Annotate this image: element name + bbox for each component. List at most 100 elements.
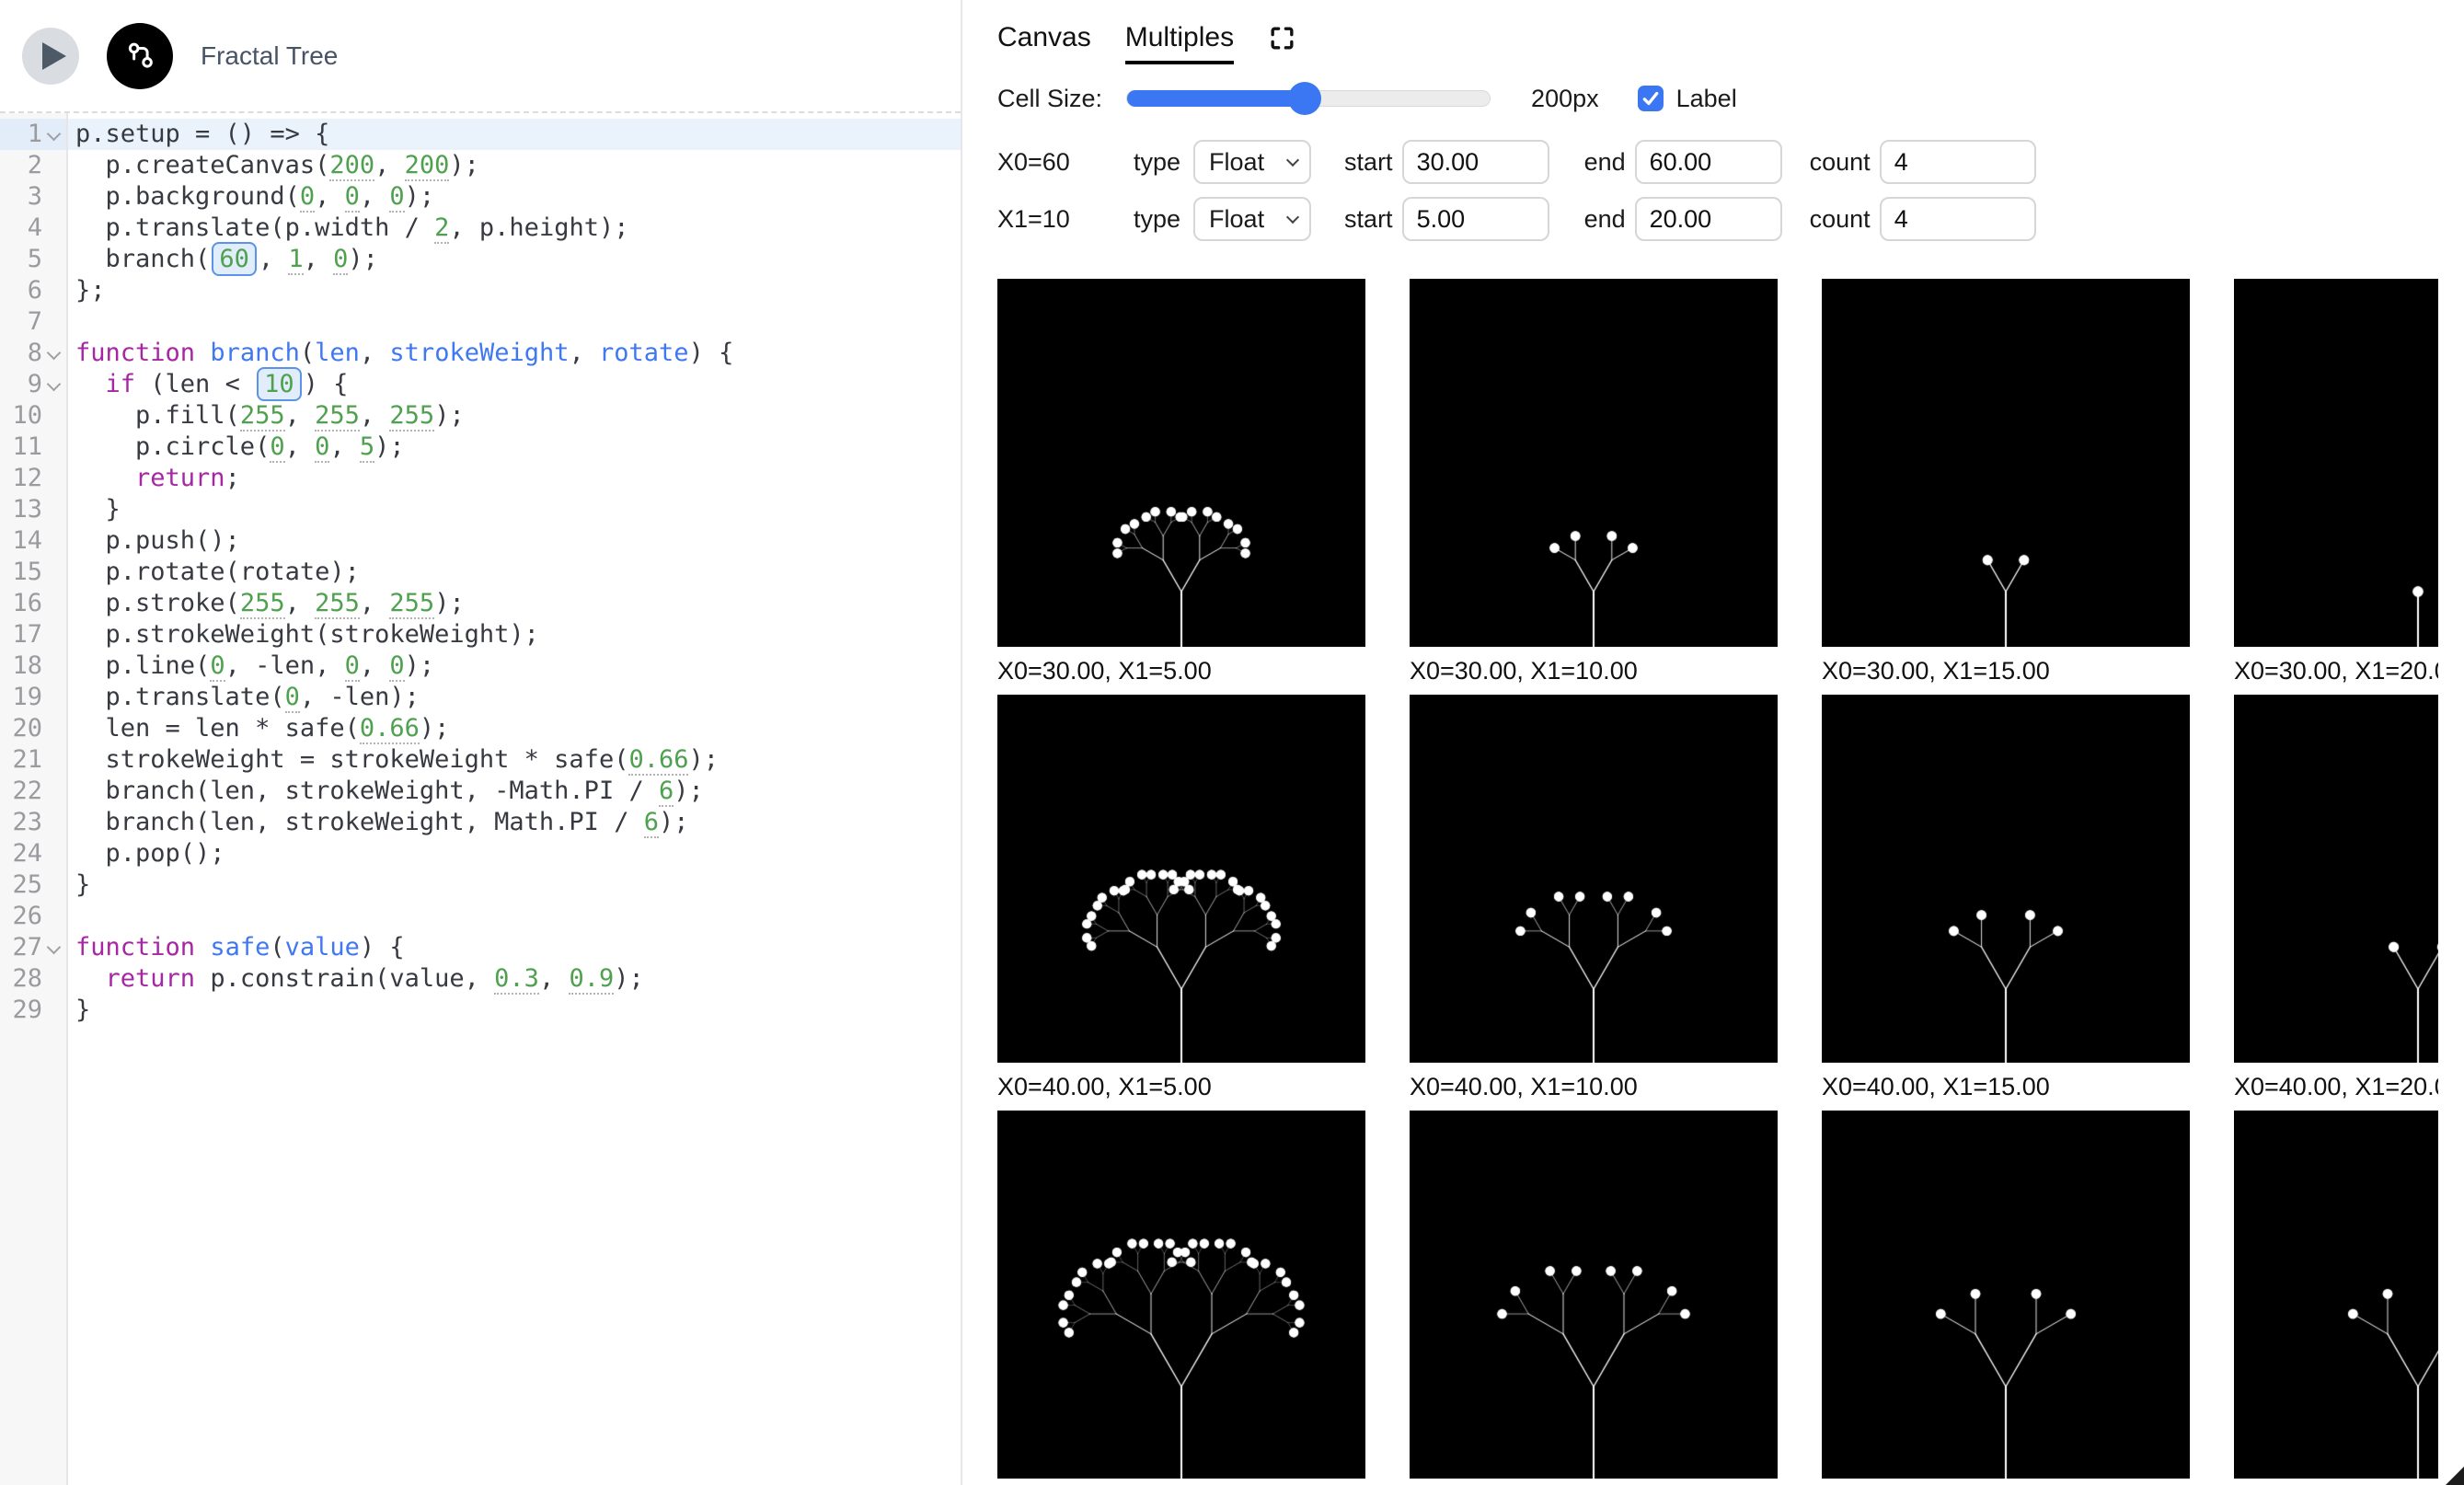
tree-canvas[interactable] <box>2234 279 2438 647</box>
code-line[interactable]: p.createCanvas(200, 200); <box>68 150 961 181</box>
code-line[interactable]: p.background(0, 0, 0); <box>68 181 961 213</box>
cell-label: X0=30.00, X1=15.00 <box>1822 658 2190 695</box>
code-token: , <box>360 651 390 680</box>
code-line[interactable]: }; <box>68 275 961 306</box>
type-select[interactable]: Float <box>1193 197 1311 241</box>
start-label: start <box>1344 148 1393 177</box>
cell-label: X0=40.00, X1=5.00 <box>997 1074 1365 1111</box>
code-line[interactable]: return; <box>68 463 961 494</box>
end-label: end <box>1584 148 1626 177</box>
line-number: 4 <box>0 213 42 244</box>
tree-canvas[interactable] <box>997 695 1365 1063</box>
code-line[interactable] <box>68 901 961 932</box>
gutter-row: 19 <box>0 682 66 713</box>
line-number: 13 <box>0 494 42 525</box>
code-token: len <box>315 339 360 367</box>
code-token: 5 <box>360 432 374 463</box>
code-line[interactable]: branch(len, strokeWeight, Math.PI / 6); <box>68 807 961 838</box>
code-line[interactable]: if (len < 10) { <box>68 369 961 400</box>
fullscreen-button[interactable] <box>1268 24 1296 57</box>
code-token: if <box>106 370 136 398</box>
code-line[interactable]: } <box>68 494 961 525</box>
grid-row: X0=50.00, X1=5.00X0=50.00, X1=10.00X0=50… <box>997 1111 2438 1485</box>
fold-chevron-icon[interactable] <box>47 940 62 955</box>
code-line[interactable]: return p.constrain(value, 0.3, 0.9); <box>68 963 961 995</box>
code-line[interactable]: } <box>68 995 961 1026</box>
tree-canvas[interactable] <box>1410 279 1778 647</box>
count-label: count <box>1810 205 1871 234</box>
tree-canvas[interactable] <box>2234 695 2438 1063</box>
run-button[interactable] <box>22 28 79 85</box>
start-input[interactable] <box>1402 140 1549 184</box>
code-line[interactable]: p.stroke(255, 255, 255); <box>68 588 961 619</box>
tree-canvas[interactable] <box>1822 695 2190 1063</box>
start-input[interactable] <box>1402 197 1549 241</box>
grid-row: X0=30.00, X1=5.00X0=30.00, X1=10.00X0=30… <box>997 279 2438 695</box>
code-line[interactable]: p.pop(); <box>68 838 961 869</box>
git-branch-button[interactable] <box>107 23 173 89</box>
multiples-cell: X0=40.00, X1=10.00 <box>1410 695 1778 1111</box>
code-token: ) { <box>360 933 405 961</box>
gutter-row: 17 <box>0 619 66 650</box>
code-token: , -len); <box>300 683 420 711</box>
tree-canvas[interactable] <box>1822 279 2190 647</box>
fold-chevron-icon[interactable] <box>47 377 62 392</box>
code-token: , <box>539 964 570 993</box>
tree-canvas[interactable] <box>1410 1111 1778 1479</box>
tree-canvas[interactable] <box>1822 1111 2190 1479</box>
tree-canvas[interactable] <box>997 279 1365 647</box>
fold-cell <box>42 838 66 869</box>
end-input[interactable] <box>1635 197 1782 241</box>
slider-thumb[interactable] <box>1288 82 1321 115</box>
scrubbable-value[interactable]: 10 <box>257 367 302 401</box>
cell-size-slider[interactable] <box>1126 90 1491 107</box>
end-input[interactable] <box>1635 140 1782 184</box>
code-line[interactable]: p.circle(0, 0, 5); <box>68 432 961 463</box>
gutter-row: 14 <box>0 525 66 557</box>
code-line[interactable]: function safe(value) { <box>68 932 961 963</box>
resize-corner[interactable] <box>2446 1467 2464 1485</box>
code-line[interactable]: branch(60, 1, 0); <box>68 244 961 275</box>
code-token: 255 <box>315 401 360 432</box>
code-line[interactable]: p.setup = () => { <box>68 119 961 150</box>
fold-cell <box>42 306 66 338</box>
type-select[interactable]: Float <box>1193 140 1311 184</box>
param-row-x1: X1=10 type Float start end count <box>997 191 2464 247</box>
scrubbable-value[interactable]: 60 <box>212 242 257 276</box>
git-branch-icon <box>122 39 157 74</box>
code-editor[interactable]: 1234567891011121314151617181920212223242… <box>0 111 961 1485</box>
code-line[interactable]: p.fill(255, 255, 255); <box>68 400 961 432</box>
code-line[interactable]: branch(len, strokeWeight, -Math.PI / 6); <box>68 776 961 807</box>
tab-canvas[interactable]: Canvas <box>997 22 1091 61</box>
line-number: 27 <box>0 932 42 963</box>
code-line[interactable]: p.line(0, -len, 0, 0); <box>68 650 961 682</box>
param-rows: X0=60 type Float start end count X1=10 t… <box>997 134 2464 247</box>
line-number: 25 <box>0 869 42 901</box>
fold-cell <box>42 275 66 306</box>
code-line[interactable]: } <box>68 869 961 901</box>
fold-chevron-icon[interactable] <box>47 127 62 142</box>
count-input[interactable] <box>1880 140 2036 184</box>
code-line[interactable]: p.translate(p.width / 2, p.height); <box>68 213 961 244</box>
code-line[interactable]: p.strokeWeight(strokeWeight); <box>68 619 961 650</box>
code-line[interactable] <box>68 306 961 338</box>
code-line[interactable]: strokeWeight = strokeWeight * safe(0.66)… <box>68 744 961 776</box>
fold-cell <box>42 619 66 650</box>
code-line[interactable]: len = len * safe(0.66); <box>68 713 961 744</box>
count-input[interactable] <box>1880 197 2036 241</box>
tree-canvas[interactable] <box>1410 695 1778 1063</box>
code-line[interactable]: p.translate(0, -len); <box>68 682 961 713</box>
tree-canvas[interactable] <box>2234 1111 2438 1479</box>
code-token: ); <box>659 808 689 836</box>
label-checkbox[interactable] <box>1638 86 1664 111</box>
code-token: return <box>106 964 196 993</box>
tree-canvas[interactable] <box>997 1111 1365 1479</box>
fold-chevron-icon[interactable] <box>47 346 62 361</box>
code-line[interactable]: p.push(); <box>68 525 961 557</box>
code-token: ); <box>449 151 479 179</box>
code-line[interactable]: function branch(len, strokeWeight, rotat… <box>68 338 961 369</box>
tab-multiples[interactable]: Multiples <box>1125 22 1234 64</box>
editor-code-area[interactable]: p.setup = () => { p.createCanvas(200, 20… <box>68 113 961 1485</box>
code-line[interactable]: p.rotate(rotate); <box>68 557 961 588</box>
code-token: , <box>329 432 360 461</box>
